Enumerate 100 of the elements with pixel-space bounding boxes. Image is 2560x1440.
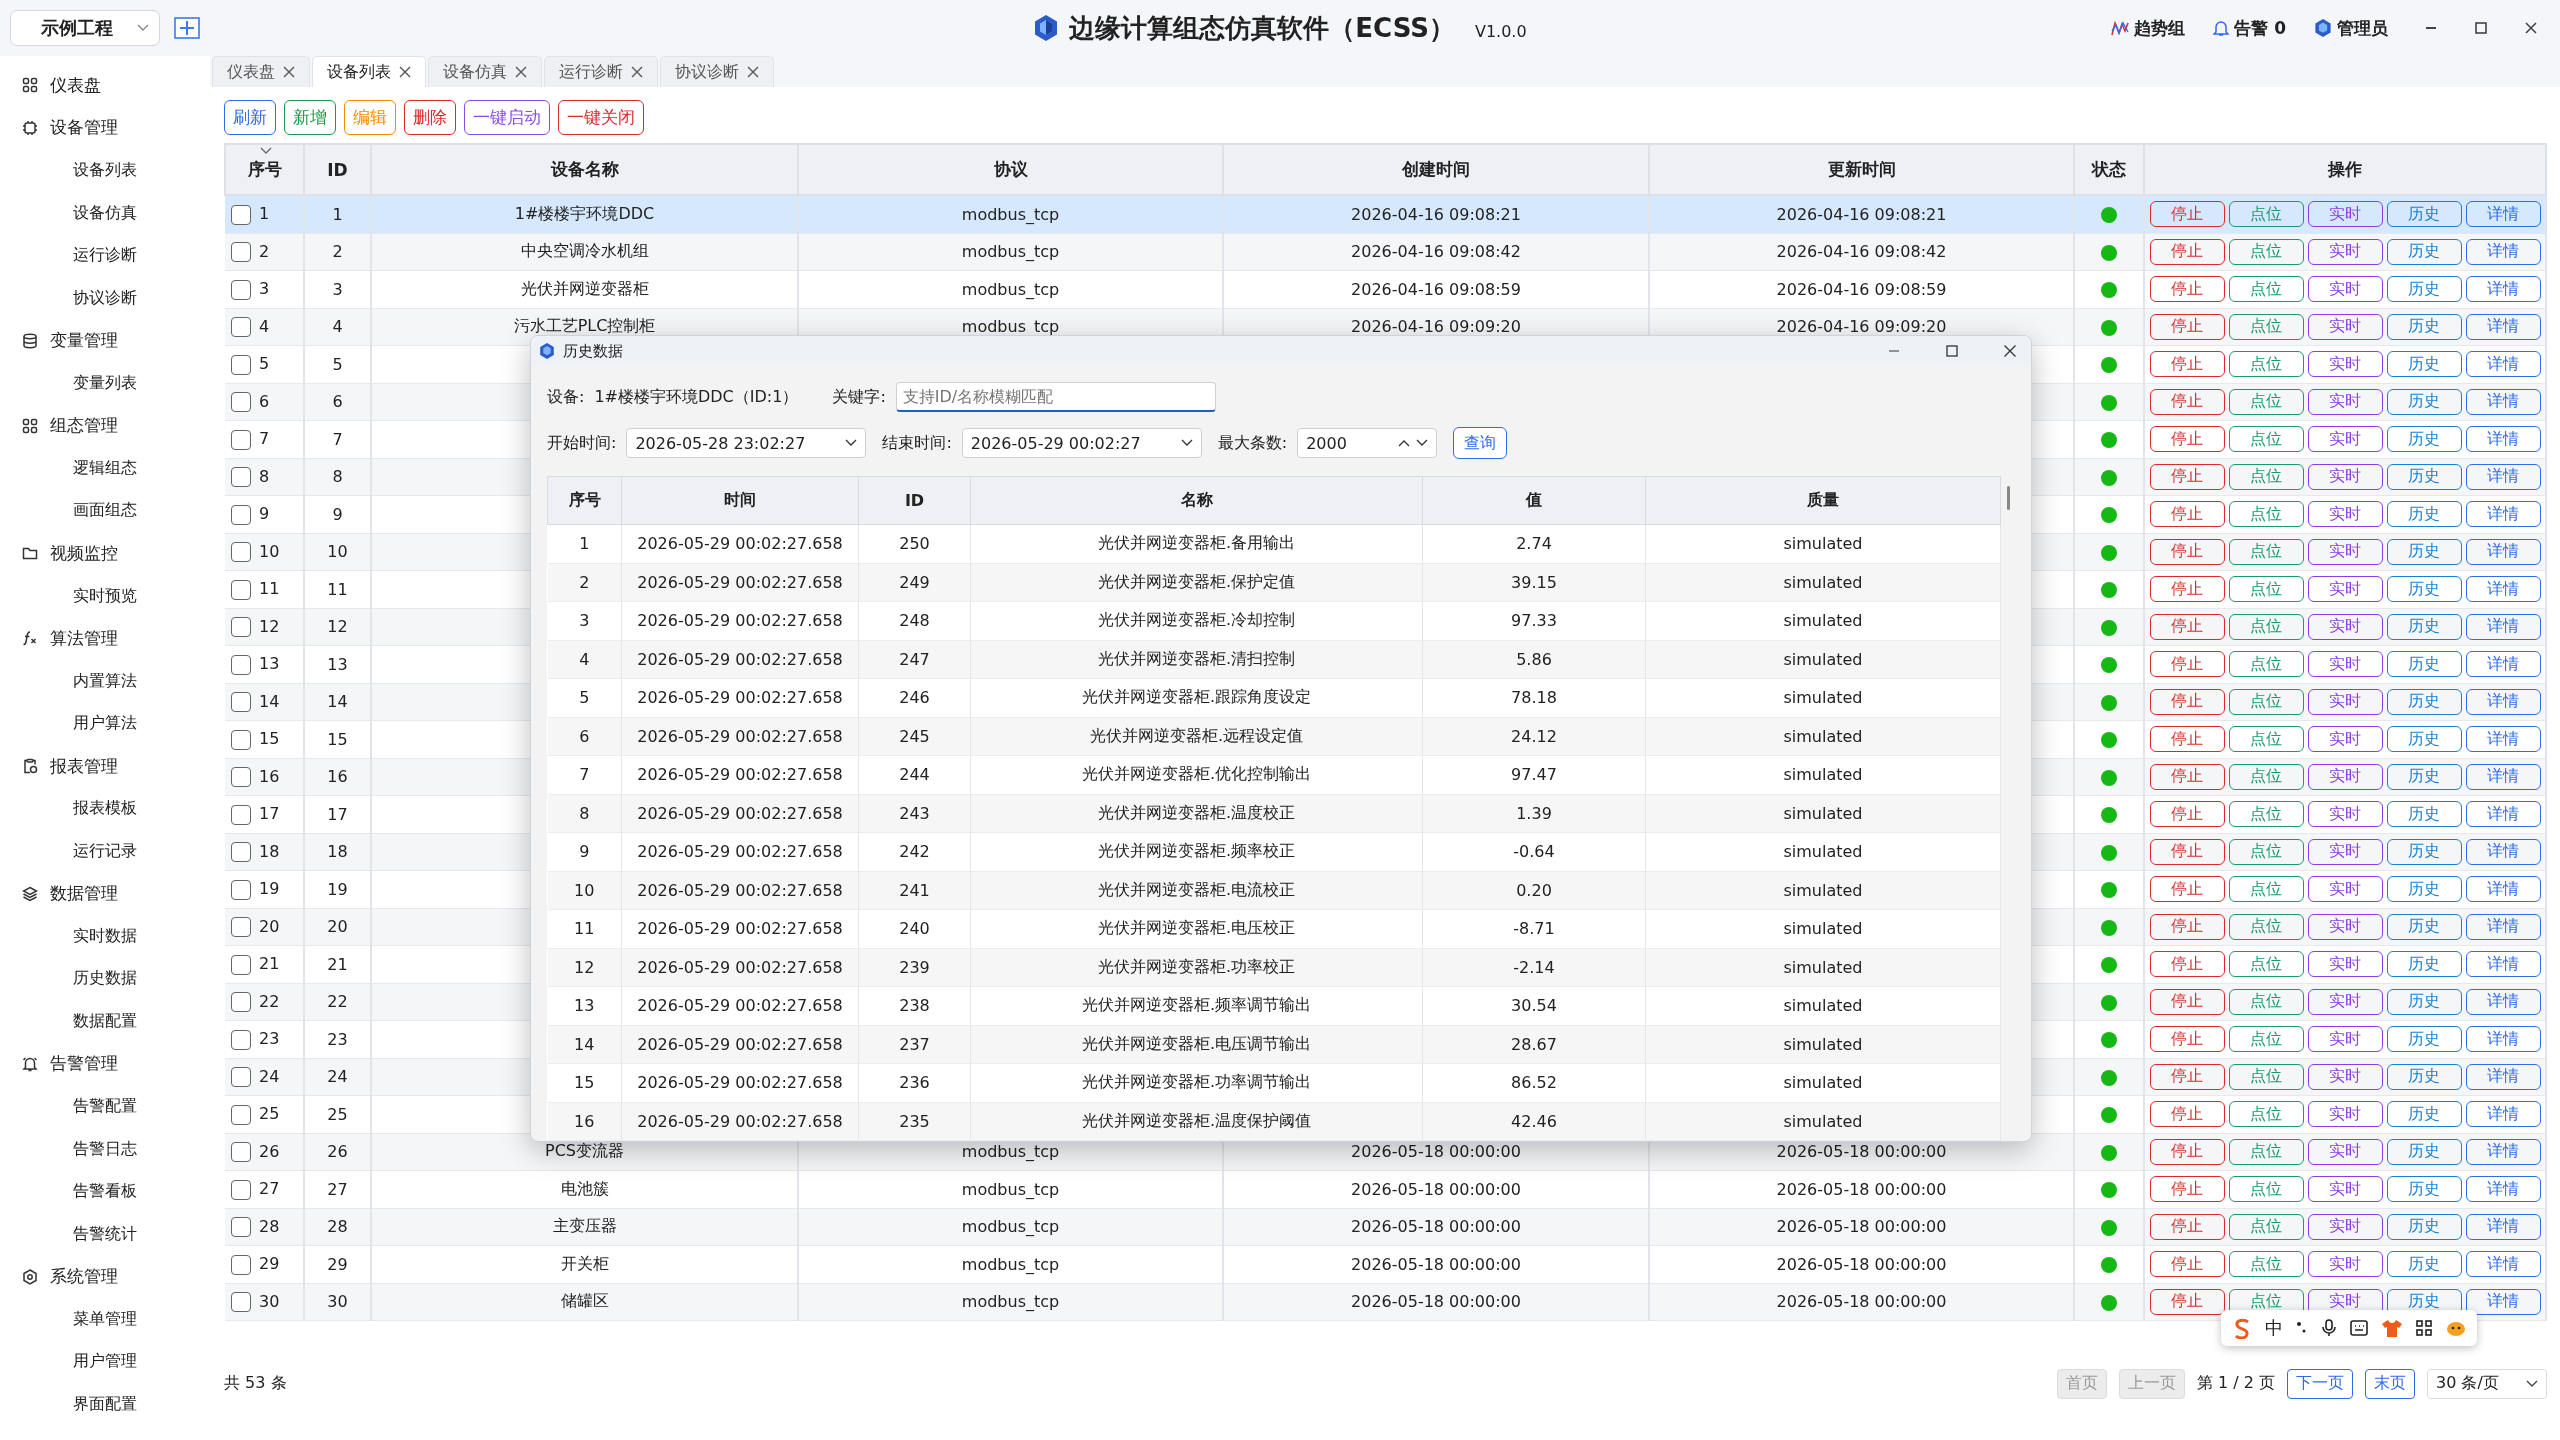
row-action-button[interactable]: 停止 — [2149, 1138, 2225, 1165]
row-action-button[interactable]: 详情 — [2465, 201, 2541, 228]
row-action-button[interactable]: 停止 — [2149, 876, 2225, 903]
row-action-button[interactable]: 点位 — [2228, 463, 2304, 490]
sidebar-item[interactable]: 逻辑组态 — [0, 446, 210, 490]
row-action-button[interactable]: 详情 — [2465, 426, 2541, 453]
next-page-button[interactable]: 下一页 — [2287, 1368, 2353, 1399]
sidebar-item[interactable]: 协议诊断 — [0, 276, 210, 320]
row-action-button[interactable]: 详情 — [2465, 763, 2541, 790]
row-action-button[interactable]: 停止 — [2149, 313, 2225, 340]
start-time-select[interactable]: 2026-05-28 23:02:27 — [626, 428, 867, 458]
sidebar-item[interactable]: 数据配置 — [0, 1000, 210, 1043]
row-action-button[interactable]: 详情 — [2465, 801, 2541, 828]
row-action-button[interactable]: 停止 — [2149, 613, 2225, 640]
row-action-button[interactable]: 历史 — [2386, 351, 2462, 378]
row-action-button[interactable]: 实时 — [2307, 426, 2383, 453]
row-action-button[interactable]: 历史 — [2386, 388, 2462, 415]
sidebar-item[interactable]: 告警日志 — [0, 1127, 210, 1171]
row-action-button[interactable]: 历史 — [2386, 1026, 2462, 1053]
close-icon[interactable] — [515, 66, 527, 78]
close-icon[interactable] — [399, 66, 411, 78]
row-action-button[interactable]: 点位 — [2228, 1026, 2304, 1053]
row-action-button[interactable]: 实时 — [2307, 351, 2383, 378]
row-action-button[interactable]: 详情 — [2465, 538, 2541, 565]
row-checkbox[interactable] — [231, 617, 251, 637]
row-action-button[interactable]: 详情 — [2465, 1138, 2541, 1165]
row-checkbox[interactable] — [231, 954, 251, 975]
row-action-button[interactable]: 停止 — [2149, 726, 2225, 753]
row-action-button[interactable]: 停止 — [2149, 276, 2225, 303]
user-button[interactable]: 管理员 — [2314, 16, 2388, 40]
sidebar-group[interactable]: 仪表盘 — [0, 64, 210, 107]
row-action-button[interactable]: 历史 — [2386, 951, 2462, 978]
toolbar-button[interactable]: 新增 — [284, 100, 336, 135]
toolbar-button[interactable]: 刷新 — [224, 100, 276, 135]
row-action-button[interactable]: 实时 — [2307, 951, 2383, 978]
row-action-button[interactable]: 实时 — [2307, 538, 2383, 565]
row-action-button[interactable]: 停止 — [2149, 951, 2225, 978]
row-action-button[interactable]: 点位 — [2228, 238, 2304, 265]
row-action-button[interactable]: 详情 — [2465, 726, 2541, 753]
input-mode-toggle[interactable]: 中 — [2265, 1316, 2283, 1340]
row-action-button[interactable]: 点位 — [2228, 313, 2304, 340]
row-action-button[interactable]: 实时 — [2307, 1138, 2383, 1165]
emoji-icon[interactable] — [2445, 1319, 2467, 1337]
row-action-button[interactable]: 历史 — [2386, 463, 2462, 490]
sidebar-item[interactable]: 历史数据 — [0, 957, 210, 1001]
row-action-button[interactable]: 历史 — [2386, 1213, 2462, 1240]
row-action-button[interactable]: 历史 — [2386, 913, 2462, 940]
sidebar-item[interactable]: 变量列表 — [0, 361, 210, 405]
page-size-select[interactable]: 30 条/页 — [2427, 1368, 2547, 1399]
row-action-button[interactable]: 点位 — [2228, 763, 2304, 790]
row-action-button[interactable]: 实时 — [2307, 876, 2383, 903]
row-action-button[interactable]: 停止 — [2149, 1101, 2225, 1128]
row-checkbox[interactable] — [231, 317, 251, 337]
row-action-button[interactable]: 点位 — [2228, 613, 2304, 640]
row-action-button[interactable]: 详情 — [2465, 351, 2541, 378]
row-action-button[interactable]: 点位 — [2228, 501, 2304, 528]
row-action-button[interactable]: 历史 — [2386, 801, 2462, 828]
row-action-button[interactable]: 历史 — [2386, 613, 2462, 640]
row-action-button[interactable]: 停止 — [2149, 538, 2225, 565]
sidebar-item[interactable]: 菜单管理 — [0, 1297, 210, 1341]
row-action-button[interactable]: 点位 — [2228, 426, 2304, 453]
close-icon[interactable] — [747, 66, 759, 78]
row-action-button[interactable]: 实时 — [2307, 576, 2383, 603]
row-action-button[interactable]: 停止 — [2149, 388, 2225, 415]
row-checkbox[interactable] — [231, 1142, 251, 1162]
row-action-button[interactable]: 详情 — [2465, 463, 2541, 490]
toolbar-button[interactable]: 编辑 — [344, 100, 396, 135]
row-checkbox[interactable] — [231, 242, 251, 262]
row-checkbox[interactable] — [231, 392, 251, 412]
row-action-button[interactable]: 详情 — [2465, 576, 2541, 603]
row-action-button[interactable]: 详情 — [2465, 313, 2541, 340]
sidebar-group[interactable]: 组态管理 — [0, 404, 210, 447]
row-action-button[interactable]: 点位 — [2228, 576, 2304, 603]
row-action-button[interactable]: 实时 — [2307, 1026, 2383, 1053]
alarm-button[interactable]: 告警 0 — [2213, 16, 2286, 40]
sidebar-item[interactable]: 告警看板 — [0, 1170, 210, 1213]
row-checkbox[interactable] — [231, 204, 251, 225]
sidebar-item[interactable]: 内置算法 — [0, 659, 210, 703]
row-action-button[interactable]: 停止 — [2149, 351, 2225, 378]
row-checkbox[interactable] — [231, 804, 251, 825]
sidebar-item[interactable]: 实时预览 — [0, 574, 210, 618]
row-action-button[interactable]: 历史 — [2386, 1251, 2462, 1278]
row-action-button[interactable]: 详情 — [2465, 688, 2541, 715]
sidebar-item[interactable]: 界面配置 — [0, 1382, 210, 1426]
row-action-button[interactable]: 点位 — [2228, 1138, 2304, 1165]
sidebar-group[interactable]: 数据管理 — [0, 872, 210, 915]
row-action-button[interactable]: 点位 — [2228, 276, 2304, 303]
row-action-button[interactable]: 详情 — [2465, 1063, 2541, 1090]
row-action-button[interactable]: 停止 — [2149, 651, 2225, 678]
end-time-select[interactable]: 2026-05-29 00:02:27 — [961, 428, 1202, 458]
row-action-button[interactable]: 历史 — [2386, 651, 2462, 678]
row-action-button[interactable]: 停止 — [2149, 501, 2225, 528]
row-action-button[interactable]: 详情 — [2465, 1176, 2541, 1203]
tab[interactable]: 协议诊断 — [660, 56, 774, 87]
row-action-button[interactable]: 点位 — [2228, 1176, 2304, 1203]
add-icon[interactable] — [174, 17, 200, 39]
row-action-button[interactable]: 历史 — [2386, 501, 2462, 528]
tab[interactable]: 设备列表 — [312, 56, 426, 87]
row-action-button[interactable]: 停止 — [2149, 763, 2225, 790]
row-action-button[interactable]: 实时 — [2307, 313, 2383, 340]
